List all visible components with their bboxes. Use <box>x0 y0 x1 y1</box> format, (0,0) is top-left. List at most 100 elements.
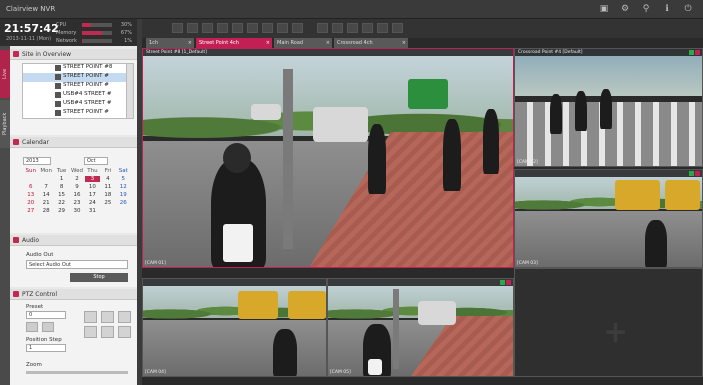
group-tab[interactable]: Main Road × <box>274 38 332 48</box>
calendar-day[interactable]: 17 <box>85 192 100 198</box>
gear-icon[interactable]: ⚙ <box>620 4 630 14</box>
calendar-day[interactable]: 11 <box>100 184 115 190</box>
position-step-select[interactable]: 1 <box>26 344 66 352</box>
info-icon[interactable]: ℹ <box>662 4 672 14</box>
zoom-slider[interactable] <box>26 371 128 374</box>
ptz-up-left-button[interactable] <box>84 311 97 323</box>
calendar-day[interactable]: 18 <box>100 192 115 198</box>
fullscreen-icon[interactable] <box>332 23 343 33</box>
calendar-day[interactable]: 10 <box>85 184 100 190</box>
site-header[interactable]: Site in Overview <box>10 49 137 60</box>
calendar-day[interactable]: 15 <box>54 192 69 198</box>
group-tab[interactable]: Crossroad 4ch × <box>334 38 408 48</box>
calendar-day[interactable]: 5 <box>116 176 131 182</box>
layout-custom4-icon[interactable] <box>277 23 288 33</box>
calendar-day[interactable]: 6 <box>23 184 38 190</box>
tree-item[interactable]: USB#4 STREET # <box>23 91 133 100</box>
power-icon[interactable]: ⏻ <box>683 4 693 14</box>
cpu-bar <box>82 23 112 27</box>
ptz-up-button[interactable] <box>101 311 114 323</box>
calendar-day[interactable]: 28 <box>38 208 53 214</box>
settings-icon[interactable]: ▣ <box>599 4 609 14</box>
search-icon[interactable]: ⚲ <box>641 4 651 14</box>
layout-custom2-icon[interactable] <box>247 23 258 33</box>
calendar-day[interactable]: 24 <box>85 200 100 206</box>
preset-select[interactable]: 0 <box>26 311 66 319</box>
group-tab-label: Main Road <box>277 40 304 46</box>
tree-item[interactable]: USB#4 STREET # <box>23 100 133 109</box>
calendar-day[interactable]: 14 <box>38 192 53 198</box>
tree-scrollbar[interactable] <box>126 64 133 118</box>
calendar-day[interactable]: 27 <box>23 208 38 214</box>
ptz-right-button[interactable] <box>118 326 131 338</box>
close-icon[interactable]: × <box>402 38 406 48</box>
layout-16-icon[interactable] <box>217 23 228 33</box>
tree-item[interactable]: STREET POINT # <box>23 109 133 118</box>
empty-camera-tile[interactable]: + <box>514 268 703 377</box>
layout-4-icon[interactable] <box>187 23 198 33</box>
calendar-day[interactable]: 16 <box>69 192 84 198</box>
tree-item[interactable]: STREET POINT # <box>23 82 133 91</box>
calendar-day[interactable]: 30 <box>69 208 84 214</box>
calendar-day[interactable]: 19 <box>116 192 131 198</box>
audio-panel: Audio Audio Out Select Audio Out Stop <box>10 235 137 287</box>
calendar-day[interactable]: 25 <box>100 200 115 206</box>
camera-tile[interactable]: [CAM 03] <box>514 169 703 268</box>
camera-footer: [CAM 05] <box>330 370 351 375</box>
ptz-center-button[interactable] <box>101 326 114 338</box>
calendar-day[interactable]: 8 <box>54 184 69 190</box>
calendar-header[interactable]: Calendar <box>10 137 137 148</box>
plus-icon[interactable]: + <box>603 315 628 350</box>
layout-custom5-icon[interactable] <box>292 23 303 33</box>
layout-9-icon[interactable] <box>202 23 213 33</box>
clock: 21:57:42 <box>4 22 59 35</box>
preset-go-button[interactable] <box>26 322 38 332</box>
calendar-day[interactable]: 2 <box>69 176 84 182</box>
calendar-day[interactable]: 13 <box>23 192 38 198</box>
calendar-day[interactable]: 26 <box>116 200 131 206</box>
layout-1-icon[interactable] <box>172 23 183 33</box>
audio-header[interactable]: Audio <box>10 235 137 246</box>
close-icon[interactable]: × <box>326 38 330 48</box>
calendar-day[interactable]: 4 <box>100 176 115 182</box>
calendar-day[interactable]: 9 <box>69 184 84 190</box>
calendar-day[interactable]: 31 <box>85 208 100 214</box>
group-tab[interactable]: 1ch × <box>146 38 194 48</box>
tree-item[interactable]: STREET POINT # <box>23 73 133 82</box>
calendar-day[interactable]: 1 <box>54 176 69 182</box>
alarm-icon[interactable] <box>392 23 403 33</box>
calendar-day[interactable]: 12 <box>116 184 131 190</box>
camera-tile[interactable]: Crossroad Point #4 [Default] [CAM 02] <box>514 48 703 167</box>
snapshot-icon[interactable] <box>317 23 328 33</box>
audio-out-select[interactable]: Select Audio Out <box>26 260 128 269</box>
calendar-day[interactable]: 22 <box>54 200 69 206</box>
audio-toggle-icon[interactable] <box>362 23 373 33</box>
camera-tile[interactable]: Street Point #8 [1_Default] [CAM 01] <box>142 48 514 268</box>
tab-playback[interactable]: Playback <box>0 100 10 148</box>
calendar-day[interactable]: 23 <box>69 200 84 206</box>
tree-item[interactable]: STREET POINT #8 <box>23 64 133 73</box>
preset-set-button[interactable] <box>42 322 54 332</box>
camera-tile[interactable]: [CAM 04] <box>142 278 327 377</box>
record-icon[interactable] <box>377 23 388 33</box>
sequence-icon[interactable] <box>347 23 358 33</box>
tab-live[interactable]: Live <box>0 50 10 98</box>
layout-custom-icon[interactable] <box>232 23 243 33</box>
calendar-day[interactable]: 20 <box>23 200 38 206</box>
ptz-left-button[interactable] <box>84 326 97 338</box>
month-select[interactable]: Oct <box>84 157 108 165</box>
group-tab[interactable]: Street Point 4ch × <box>196 38 272 48</box>
calendar-day[interactable]: 29 <box>54 208 69 214</box>
calendar-day[interactable]: 7 <box>38 184 53 190</box>
audio-stop-button[interactable]: Stop <box>70 273 128 282</box>
layout-custom3-icon[interactable] <box>262 23 273 33</box>
calendar-day[interactable]: 3 <box>84 176 101 182</box>
year-select[interactable]: 2013 <box>23 157 51 165</box>
ptz-up-right-button[interactable] <box>118 311 131 323</box>
close-icon[interactable]: × <box>266 38 270 48</box>
ptz-header[interactable]: PTZ Control <box>10 289 137 300</box>
close-icon[interactable]: × <box>188 38 192 48</box>
site-tree[interactable]: STREET POINT #8 STREET POINT # STREET PO… <box>22 63 134 119</box>
calendar-day[interactable]: 21 <box>38 200 53 206</box>
camera-tile[interactable]: [CAM 05] <box>327 278 514 377</box>
